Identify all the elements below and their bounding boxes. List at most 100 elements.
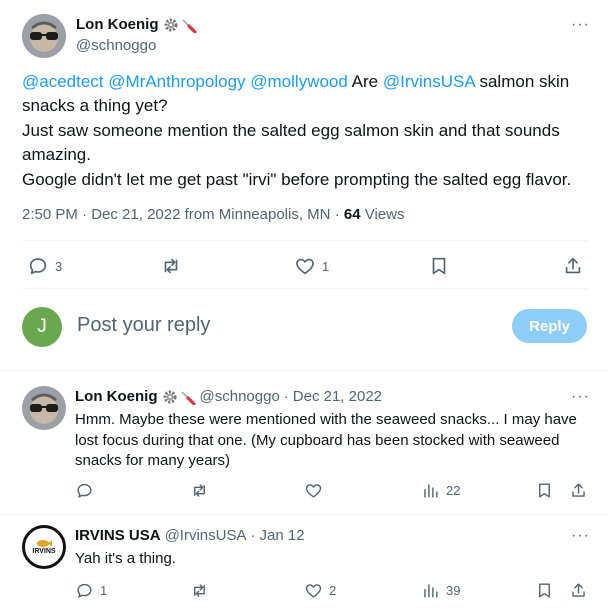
reply-separator: · [283,388,289,405]
reply-author-name[interactable]: Lon Koenig [75,388,158,405]
main-author-avatar[interactable] [22,14,66,58]
views-button[interactable]: 39 [421,581,460,600]
reply-author-handle[interactable]: @schnoggo [200,388,280,405]
divider [22,240,587,241]
reply-author-avatar[interactable] [22,386,66,430]
share-button[interactable] [569,481,588,500]
tweet-text-fragment: Are [351,72,379,91]
views-count: 64 [343,206,361,223]
reply-header: IRVINS USA @IrvinsUSA · Jan 12 [75,527,305,544]
reply-icon [27,255,49,277]
reply-author-name[interactable]: IRVINS USA [75,527,161,544]
screwdriver-icon [180,389,196,405]
divider [0,514,608,515]
gear-icon [163,17,179,33]
reply-text: Hmm. Maybe these were mentioned with the… [75,410,595,472]
more-dots-icon: ··· [571,16,590,33]
bookmark-button[interactable] [535,481,554,500]
screwdriver-icon [181,17,197,33]
mention-link[interactable]: @IrvinsUSA [383,72,475,91]
retweet-button[interactable] [190,481,209,500]
reply-button[interactable] [75,481,94,500]
divider [22,288,587,289]
views-count: 39 [446,583,461,598]
like-count: 1 [322,258,330,274]
tweet-meta: 2:50 PM · Dec 21, 2022 from Minneapolis,… [22,206,404,223]
like-button[interactable] [304,481,323,500]
reply-date[interactable]: Dec 21, 2022 [293,388,382,405]
reply-submit-button[interactable]: Reply [512,309,587,343]
user-avatar[interactable]: J [22,307,62,347]
avatar-photo-icon [22,386,66,430]
tweet-location: from Minneapolis, MN [184,206,331,223]
reply-count: 3 [55,258,63,274]
tweet-time[interactable]: 2:50 PM [22,206,78,223]
more-dots-icon: ··· [571,388,590,405]
bookmark-button[interactable] [428,255,450,277]
reply-input[interactable]: Post your reply [77,314,497,337]
fish-logo-icon [35,539,53,548]
meta-separator: · [334,206,340,223]
mention-link[interactable]: @acedtect [22,72,104,91]
like-button[interactable]: 2 [304,581,336,600]
avatar-photo-icon [22,14,66,58]
user-avatar-letter: J [37,316,47,337]
main-tweet-text: @acedtect @MrAnthropology @mollywood Are… [22,70,597,192]
reply-author-avatar[interactable]: IRVINS [22,525,66,569]
reply-date[interactable]: Jan 12 [260,527,305,544]
reply-header: Lon Koenig @schnoggo · Dec 21, 2022 [75,388,382,405]
reply-count: 1 [100,583,108,598]
divider [0,370,608,371]
bookmark-icon [535,481,554,500]
tweet-text-line: amazing. [22,145,91,165]
reply-text-line: Hmm. Maybe these were mentioned with the… [75,411,577,428]
analytics-icon [421,481,440,500]
heart-icon [304,481,323,500]
analytics-icon [421,581,440,600]
reply-button[interactable]: 3 [27,255,62,277]
bookmark-button[interactable] [535,581,554,600]
more-options-button[interactable]: ··· [571,528,590,544]
main-author-handle[interactable]: @schnoggo [76,37,156,54]
retweet-button[interactable] [160,255,182,277]
tweet-text-line: snacks a thing yet? [22,96,168,116]
retweet-button[interactable] [190,581,209,600]
reply-separator: · [250,527,256,544]
main-author-name[interactable]: Lon Koenig [76,16,159,33]
bookmark-icon [428,255,450,277]
mention-link[interactable]: @MrAnthropology [108,72,245,91]
views-count: 22 [446,483,461,498]
gear-icon [162,389,178,405]
like-button[interactable]: 1 [294,255,329,277]
heart-icon [294,255,316,277]
retweet-icon [190,481,209,500]
share-button[interactable] [562,255,584,277]
views-button[interactable]: 22 [421,481,460,500]
retweet-icon [190,581,209,600]
share-icon [562,255,584,277]
tweet-text-line: Just saw someone mention the salted egg … [22,120,560,140]
tweet-text-fragment: salmon skin [479,72,570,91]
share-icon [569,481,588,500]
more-options-button[interactable]: ··· [571,17,590,33]
reply-author-handle[interactable]: @IrvinsUSA [165,527,247,544]
heart-icon [304,581,323,600]
reply-text: Yah it's a thing. [75,550,176,567]
reply-icon [75,581,94,600]
tweet-date[interactable]: Dec 21, 2022 [91,206,180,223]
reply-text-line: lost focus during that one. (My cupboard… [75,431,560,449]
more-dots-icon: ··· [571,527,590,544]
more-options-button[interactable]: ··· [571,389,590,405]
bookmark-icon [535,581,554,600]
mention-link[interactable]: @mollywood [250,72,348,91]
meta-separator: · [82,206,88,223]
share-button[interactable] [569,581,588,600]
irvins-logo-text: IRVINS [32,547,56,555]
reply-button[interactable]: 1 [75,581,107,600]
reply-icon [75,481,94,500]
share-icon [569,581,588,600]
like-count: 2 [329,583,337,598]
reply-text-line: snacks for many years) [75,452,231,469]
retweet-icon [160,255,182,277]
tweet-text-line: Google didn't let me get past "irvi" bef… [22,169,572,189]
